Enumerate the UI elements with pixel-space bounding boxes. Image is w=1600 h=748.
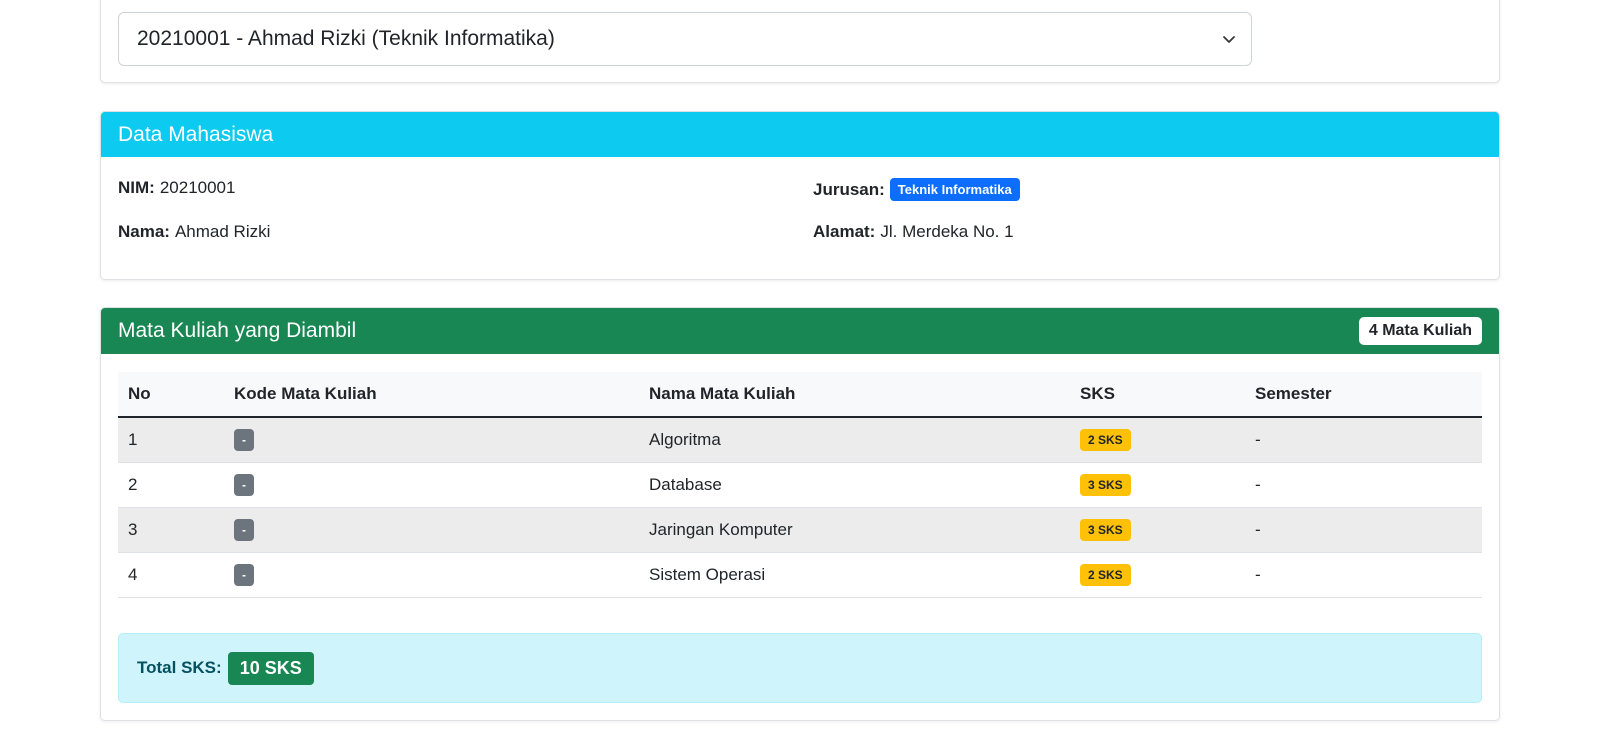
student-data-header: Data Mahasiswa — [101, 112, 1499, 157]
nama-label: Nama: — [118, 222, 170, 241]
row-sks-cell: 2 SKS — [1070, 552, 1245, 598]
row-kode-cell: - — [224, 417, 639, 463]
alamat-row: Alamat: Jl. Merdeka No. 1 — [813, 222, 1014, 242]
sks-badge: 3 SKS — [1080, 473, 1131, 496]
courses-header: Mata Kuliah yang Diambil 4 Mata Kuliah — [101, 308, 1499, 354]
sks-badge: 2 SKS — [1080, 428, 1131, 451]
table-row: 3 - Jaringan Komputer 3 SKS - — [118, 507, 1482, 553]
row-kode-cell: - — [224, 552, 639, 598]
courses-count-badge: 4 Mata Kuliah — [1358, 317, 1482, 345]
row-no: 3 — [118, 507, 224, 553]
row-nama: Sistem Operasi — [639, 552, 1070, 598]
row-semester: - — [1245, 507, 1482, 553]
courses-table: No Kode Mata Kuliah Nama Mata Kuliah SKS… — [118, 372, 1482, 598]
kode-badge: - — [234, 428, 254, 451]
row-kode-cell: - — [224, 462, 639, 508]
sks-badge: 2 SKS — [1080, 563, 1131, 586]
row-no: 1 — [118, 417, 224, 463]
alamat-value: Jl. Merdeka No. 1 — [880, 222, 1014, 241]
row-sks-cell: 2 SKS — [1070, 417, 1245, 463]
row-no: 2 — [118, 462, 224, 508]
student-data-card: Data Mahasiswa NIM: 20210001 Nama: Ahmad… — [100, 111, 1500, 280]
row-kode-cell: - — [224, 507, 639, 553]
column-header-no: No — [118, 372, 224, 418]
courses-card: Mata Kuliah yang Diambil 4 Mata Kuliah N… — [100, 307, 1500, 721]
nim-label: NIM: — [118, 178, 155, 197]
student-select-value: 20210001 - Ahmad Rizki (Teknik Informati… — [137, 27, 555, 50]
alamat-label: Alamat: — [813, 222, 876, 241]
student-select[interactable]: 20210001 - Ahmad Rizki (Teknik Informati… — [118, 12, 1252, 66]
student-select-card: 20210001 - Ahmad Rizki (Teknik Informati… — [100, 0, 1500, 83]
total-sks-label: Total SKS: — [137, 658, 222, 677]
table-row: 4 - Sistem Operasi 2 SKS - — [118, 552, 1482, 598]
kode-badge: - — [234, 518, 254, 541]
row-sks-cell: 3 SKS — [1070, 507, 1245, 553]
courses-title: Mata Kuliah yang Diambil — [118, 319, 357, 342]
kode-badge: - — [234, 473, 254, 496]
column-header-sks: SKS — [1070, 372, 1245, 418]
column-header-kode: Kode Mata Kuliah — [224, 372, 639, 418]
nama-value: Ahmad Rizki — [174, 222, 271, 241]
jurusan-badge: Teknik Informatika — [889, 178, 1020, 201]
row-nama: Algoritma — [639, 417, 1070, 463]
sks-badge: 3 SKS — [1080, 518, 1131, 541]
student-data-title: Data Mahasiswa — [118, 122, 274, 146]
row-semester: - — [1245, 417, 1482, 463]
nama-row: Nama: Ahmad Rizki — [118, 222, 270, 242]
column-header-semester: Semester — [1245, 372, 1482, 418]
table-header-row: No Kode Mata Kuliah Nama Mata Kuliah SKS… — [118, 372, 1482, 418]
row-sks-cell: 3 SKS — [1070, 462, 1245, 508]
jurusan-row: Jurusan: Teknik Informatika — [813, 178, 1020, 201]
table-row: 1 - Algoritma 2 SKS - — [118, 417, 1482, 463]
total-sks-alert: Total SKS: 10 SKS — [118, 633, 1482, 703]
nim-value: 20210001 — [159, 178, 236, 197]
row-semester: - — [1245, 552, 1482, 598]
row-no: 4 — [118, 552, 224, 598]
column-header-nama: Nama Mata Kuliah — [639, 372, 1070, 418]
total-sks-badge: 10 SKS — [227, 651, 314, 685]
table-row: 2 - Database 3 SKS - — [118, 462, 1482, 508]
kode-badge: - — [234, 563, 254, 586]
jurusan-label: Jurusan: — [813, 179, 885, 199]
row-nama: Database — [639, 462, 1070, 508]
chevron-down-icon — [1223, 36, 1235, 43]
nim-row: NIM: 20210001 — [118, 178, 235, 198]
row-semester: - — [1245, 462, 1482, 508]
row-nama: Jaringan Komputer — [639, 507, 1070, 553]
